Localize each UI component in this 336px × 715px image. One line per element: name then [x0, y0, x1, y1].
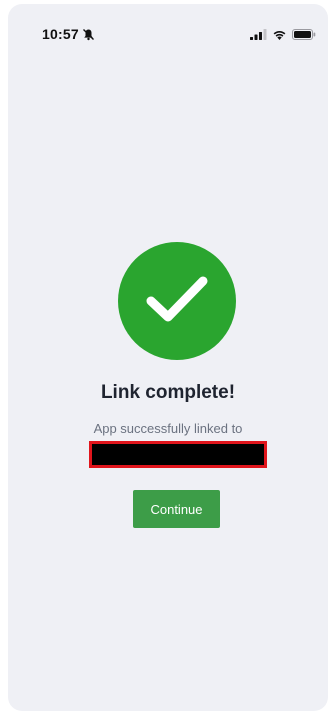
silent-bell-icon [82, 28, 95, 41]
status-bar: 10:57 [8, 4, 328, 52]
wifi-icon [272, 27, 287, 45]
page-title: Link complete! [100, 382, 236, 403]
phone-screen: 10:57 Link complete! App successfully li… [8, 4, 328, 711]
linked-to-label: App successfully linked to [93, 421, 243, 436]
battery-icon [292, 27, 316, 45]
continue-button[interactable]: Continue [133, 490, 220, 528]
signal-icon [250, 27, 267, 45]
status-icons [250, 27, 316, 45]
status-time-group: 10:57 [42, 26, 95, 42]
success-badge [118, 242, 236, 360]
checkmark-icon [145, 273, 209, 330]
redacted-account-name [89, 441, 267, 468]
status-time: 10:57 [42, 26, 79, 42]
